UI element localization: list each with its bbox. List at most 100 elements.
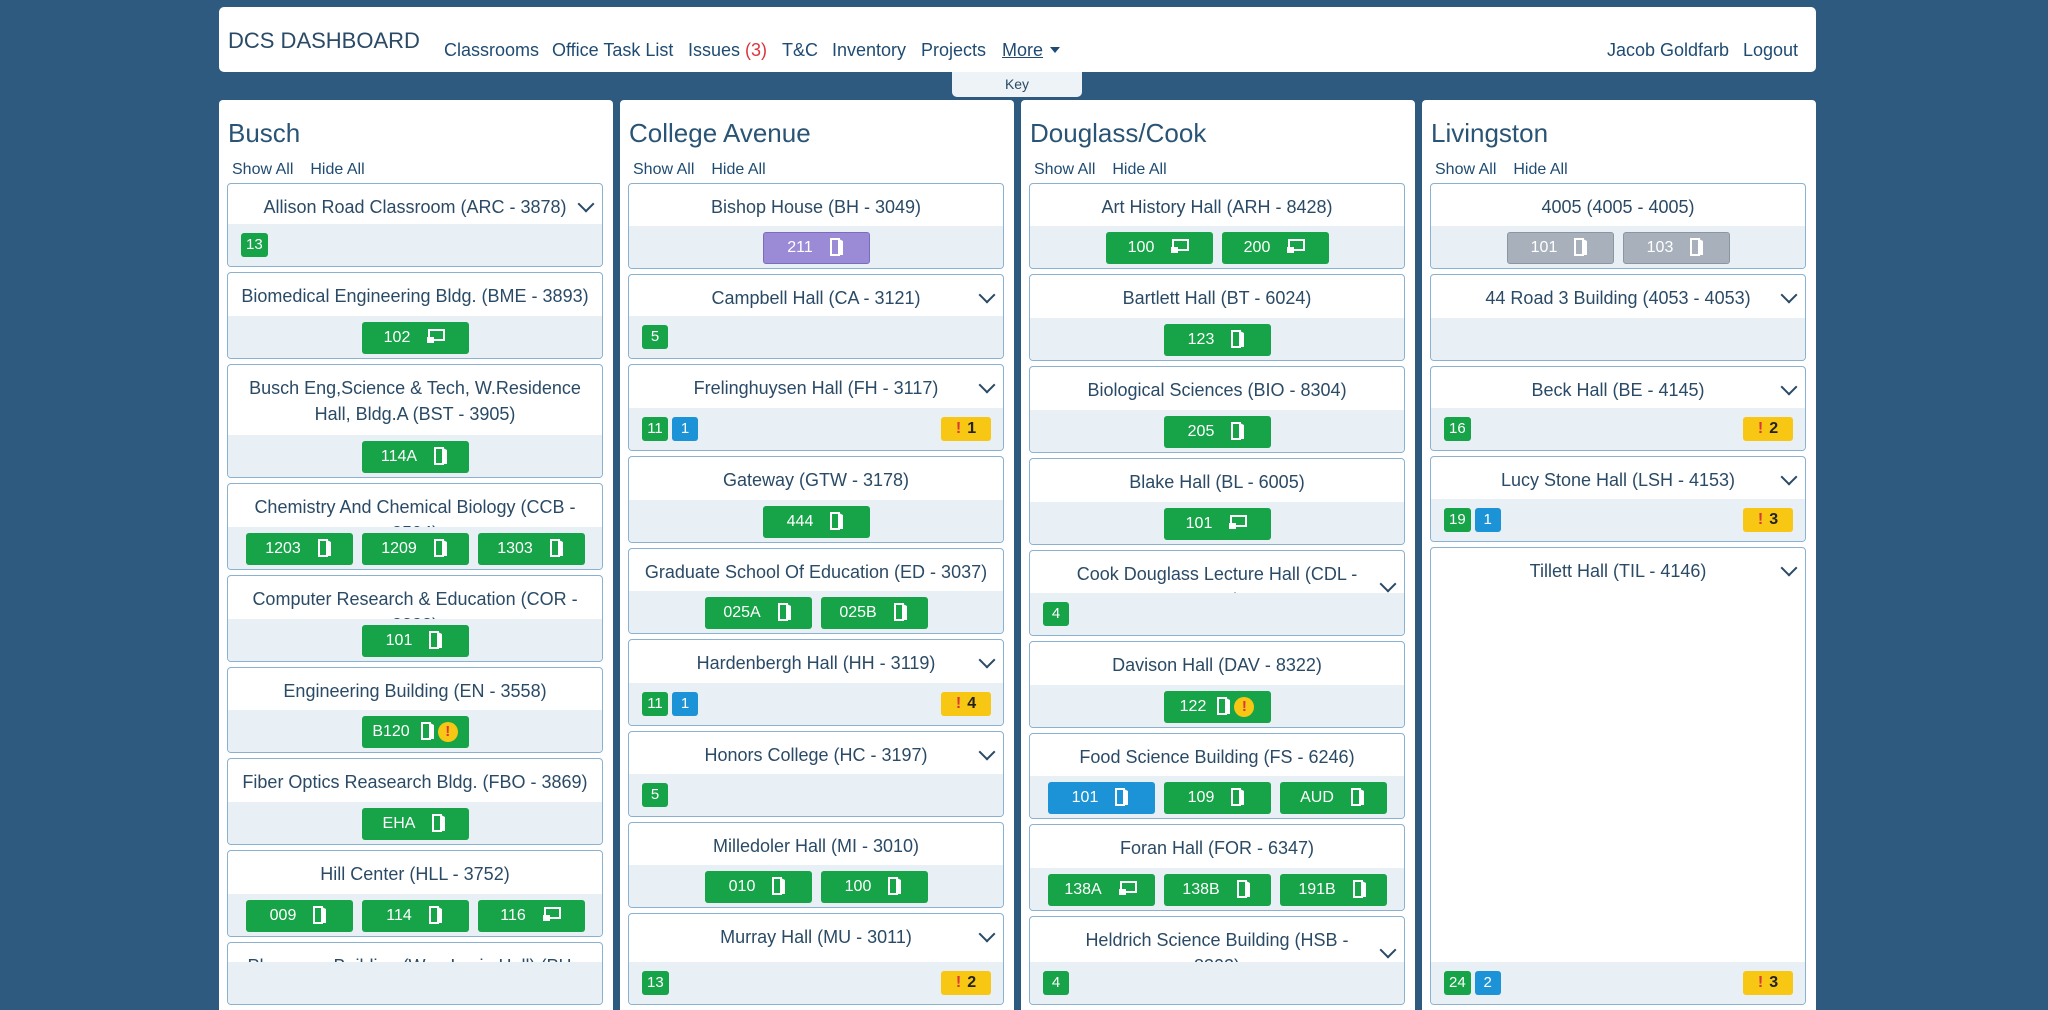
alert-badge[interactable]: ! 3 (1743, 508, 1793, 532)
room-button[interactable]: 100 (1105, 232, 1213, 264)
nav-projects[interactable]: Projects (921, 40, 986, 61)
building-header[interactable]: Fiber Optics Reasearch Bldg. (FBO - 3869… (228, 769, 602, 795)
alert-badge[interactable]: ! 2 (1743, 417, 1793, 441)
room-button[interactable]: 122! (1163, 691, 1271, 723)
key-tab[interactable]: Key (952, 72, 1082, 97)
room-button[interactable]: 025B (820, 597, 928, 629)
room-button[interactable]: 100 (820, 871, 928, 903)
alert-badge[interactable]: ! 3 (1743, 971, 1793, 995)
count-badge[interactable]: 2 (1474, 971, 1501, 995)
nav-more-dropdown[interactable]: More (1002, 40, 1061, 61)
count-badge[interactable]: 24 (1444, 971, 1471, 995)
building-header[interactable]: Art History Hall (ARH - 8428) (1030, 194, 1404, 220)
building-header[interactable]: Campbell Hall (CA - 3121) (629, 285, 1003, 311)
nav-classrooms[interactable]: Classrooms (444, 40, 539, 61)
building-header[interactable]: Foran Hall (FOR - 6347) (1030, 835, 1404, 861)
nav-inventory[interactable]: Inventory (832, 40, 906, 61)
chevron-down-icon[interactable] (978, 651, 996, 669)
building-header[interactable]: Lucy Stone Hall (LSH - 4153) (1431, 467, 1805, 493)
chevron-down-icon[interactable] (978, 376, 996, 394)
building-header[interactable]: Biological Sciences (BIO - 8304) (1030, 377, 1404, 403)
building-header[interactable]: Milledoler Hall (MI - 3010) (629, 833, 1003, 859)
building-header[interactable]: Hill Center (HLL - 3752) (228, 861, 602, 887)
count-badge[interactable]: 5 (642, 325, 668, 349)
count-badge[interactable]: 1 (672, 417, 698, 441)
chevron-down-icon[interactable] (1780, 286, 1798, 304)
count-badge[interactable]: 13 (241, 233, 268, 257)
room-button[interactable]: 101 (1163, 508, 1271, 540)
count-badge[interactable]: 16 (1444, 417, 1471, 441)
building-header[interactable]: Honors College (HC - 3197) (629, 742, 1003, 768)
room-button[interactable]: 211 (762, 232, 870, 264)
room-button[interactable]: 200 (1221, 232, 1329, 264)
building-header[interactable]: Hardenbergh Hall (HH - 3119) (629, 650, 1003, 676)
room-button[interactable]: 103 (1622, 232, 1730, 264)
count-badge[interactable]: 4 (1043, 602, 1069, 626)
building-header[interactable]: Food Science Building (FS - 6246) (1030, 744, 1404, 770)
room-button[interactable]: 009 (245, 900, 353, 932)
room-button[interactable]: 1203 (245, 533, 353, 565)
building-header[interactable]: Beck Hall (BE - 4145) (1431, 377, 1805, 403)
user-name-link[interactable]: Jacob Goldfarb (1607, 40, 1729, 61)
room-button[interactable]: 102 (361, 322, 469, 354)
room-button[interactable]: 116 (477, 900, 585, 932)
count-badge[interactable]: 11 (642, 692, 668, 716)
chevron-down-icon[interactable] (1379, 575, 1397, 593)
nav-issues[interactable]: Issues (3) (688, 40, 767, 61)
room-button[interactable]: 101 (1047, 782, 1155, 814)
show-all-link[interactable]: Show All (1435, 161, 1496, 178)
building-header[interactable]: Blake Hall (BL - 6005) (1030, 469, 1404, 495)
room-button[interactable]: 101 (1506, 232, 1614, 264)
building-header[interactable]: Busch Eng,Science & Tech, W.Residence Ha… (228, 375, 602, 427)
room-button[interactable]: 1209 (361, 533, 469, 565)
nav-office-task-list[interactable]: Office Task List (552, 40, 673, 61)
room-button[interactable]: AUD (1279, 782, 1387, 814)
building-header[interactable]: Murray Hall (MU - 3011) (629, 924, 1003, 950)
hide-all-link[interactable]: Hide All (1112, 161, 1166, 178)
show-all-link[interactable]: Show All (633, 161, 694, 178)
room-button[interactable]: 101 (361, 625, 469, 657)
hide-all-link[interactable]: Hide All (1513, 161, 1567, 178)
alert-badge[interactable]: ! 1 (941, 417, 991, 441)
building-header[interactable]: Graduate School Of Education (ED - 3037) (629, 559, 1003, 585)
chevron-down-icon[interactable] (1379, 941, 1397, 959)
chevron-down-icon[interactable] (1780, 468, 1798, 486)
room-button[interactable]: 114 (361, 900, 469, 932)
count-badge[interactable]: 13 (642, 971, 669, 995)
hide-all-link[interactable]: Hide All (711, 161, 765, 178)
nav-tc[interactable]: T&C (782, 40, 818, 61)
chevron-down-icon[interactable] (1780, 378, 1798, 396)
chevron-down-icon[interactable] (1780, 559, 1798, 577)
chevron-down-icon[interactable] (978, 286, 996, 304)
count-badge[interactable]: 1 (1474, 508, 1501, 532)
room-button[interactable]: 025A (704, 597, 812, 629)
hide-all-link[interactable]: Hide All (310, 161, 364, 178)
building-header[interactable]: Frelinghuysen Hall (FH - 3117) (629, 375, 1003, 401)
building-header[interactable]: Bishop House (BH - 3049) (629, 194, 1003, 220)
show-all-link[interactable]: Show All (232, 161, 293, 178)
room-button[interactable]: 205 (1163, 416, 1271, 448)
room-button[interactable]: 010 (704, 871, 812, 903)
count-badge[interactable]: 4 (1043, 971, 1069, 995)
room-button[interactable]: 138A (1047, 874, 1155, 906)
room-button[interactable]: 138B (1163, 874, 1271, 906)
room-button[interactable]: 191B (1279, 874, 1387, 906)
room-button[interactable]: 114A (361, 441, 469, 473)
count-badge[interactable]: 1 (672, 692, 698, 716)
building-header[interactable]: Engineering Building (EN - 3558) (228, 678, 602, 704)
count-badge[interactable]: 11 (642, 417, 668, 441)
building-header[interactable]: Bartlett Hall (BT - 6024) (1030, 285, 1404, 311)
building-header[interactable]: Gateway (GTW - 3178) (629, 467, 1003, 493)
building-header[interactable]: Davison Hall (DAV - 8322) (1030, 652, 1404, 678)
logout-link[interactable]: Logout (1743, 40, 1798, 61)
building-header[interactable]: 44 Road 3 Building (4053 - 4053) (1431, 285, 1805, 311)
room-button[interactable]: 123 (1163, 324, 1271, 356)
chevron-down-icon[interactable] (978, 925, 996, 943)
room-button[interactable]: EHA (361, 808, 469, 840)
alert-badge[interactable]: ! 4 (941, 692, 991, 716)
brand-title[interactable]: DCS DASHBOARD (228, 28, 420, 54)
chevron-down-icon[interactable] (577, 195, 595, 213)
count-badge[interactable]: 5 (642, 783, 668, 807)
building-header[interactable]: Biomedical Engineering Bldg. (BME - 3893… (228, 283, 602, 309)
building-header[interactable]: Allison Road Classroom (ARC - 3878) (228, 194, 602, 220)
